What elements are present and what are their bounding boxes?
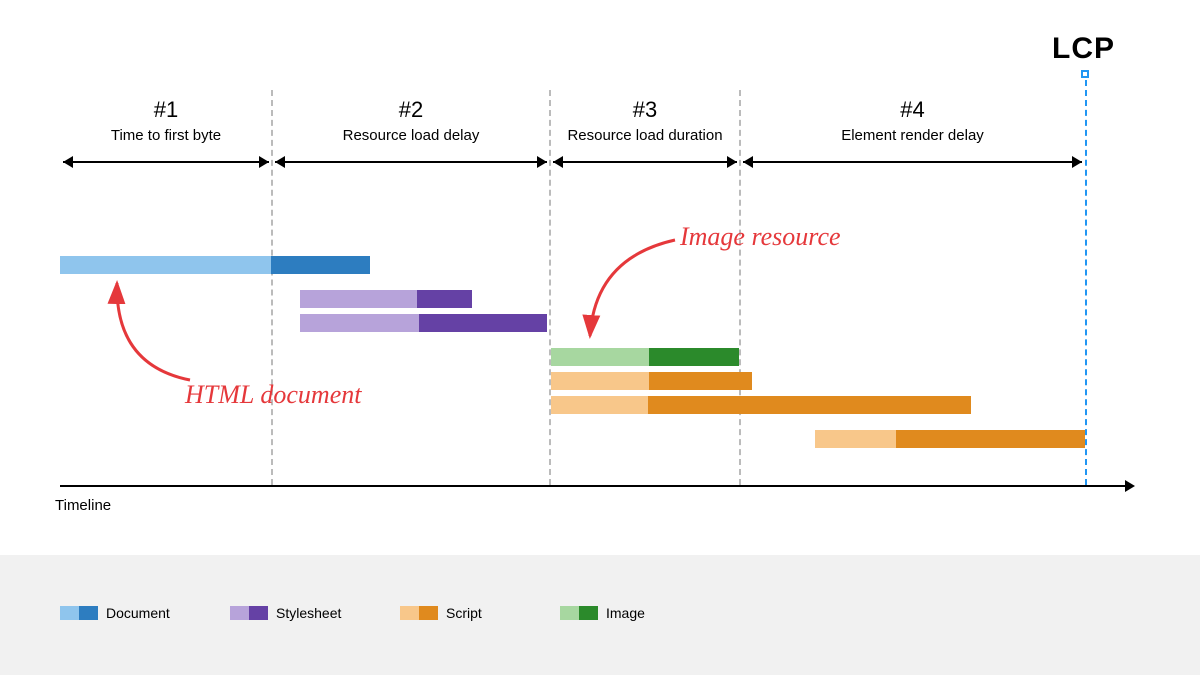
divider-3 [739, 90, 741, 485]
timeline-axis [60, 485, 1125, 487]
bar-stylesheet-2 [300, 314, 547, 332]
legend-swatch-stylesheet [230, 606, 268, 620]
legend-stylesheet: Stylesheet [230, 605, 341, 621]
lcp-heading: LCP [1052, 32, 1115, 66]
phase-4-number: #4 [740, 97, 1085, 123]
phase-2-bracket [275, 155, 547, 169]
phase-4-title: Element render delay [740, 127, 1085, 144]
phase-3-header: #3 Resource load duration [550, 97, 740, 144]
legend-label: Document [106, 605, 170, 621]
legend-image: Image [560, 605, 645, 621]
bar-document [60, 256, 370, 274]
phase-2-title: Resource load delay [272, 127, 550, 144]
image-res-annotation: Image resource [680, 222, 841, 252]
phase-1-number: #1 [60, 97, 272, 123]
image-res-arrow-icon [580, 238, 720, 348]
phase-3-title: Resource load duration [550, 127, 740, 144]
bar-script-2 [551, 396, 971, 414]
timeline-arrow-icon [1125, 480, 1135, 492]
phase-4-header: #4 Element render delay [740, 97, 1085, 144]
legend-swatch-image [560, 606, 598, 620]
legend-script: Script [400, 605, 482, 621]
legend-swatch-document [60, 606, 98, 620]
legend-swatch-script [400, 606, 438, 620]
bar-script-1 [551, 372, 752, 390]
html-doc-annotation: HTML document [185, 380, 361, 410]
html-doc-arrow-icon [95, 275, 235, 395]
legend-label: Image [606, 605, 645, 621]
phase-3-number: #3 [550, 97, 740, 123]
timeline-label: Timeline [55, 497, 111, 514]
phase-2-number: #2 [272, 97, 550, 123]
lcp-dashed-line [1085, 80, 1087, 485]
legend-label: Script [446, 605, 482, 621]
phase-1-header: #1 Time to first byte [60, 97, 272, 144]
bar-image [551, 348, 739, 366]
legend-label: Stylesheet [276, 605, 341, 621]
bar-stylesheet-1 [300, 290, 472, 308]
phase-1-title: Time to first byte [60, 127, 272, 144]
lcp-marker-icon [1081, 70, 1089, 78]
legend-document: Document [60, 605, 170, 621]
phase-1-bracket [63, 155, 269, 169]
phase-2-header: #2 Resource load delay [272, 97, 550, 144]
bar-script-3 [815, 430, 1085, 448]
phase-4-bracket [743, 155, 1082, 169]
phase-3-bracket [553, 155, 737, 169]
divider-1 [271, 90, 273, 485]
divider-2 [549, 90, 551, 485]
